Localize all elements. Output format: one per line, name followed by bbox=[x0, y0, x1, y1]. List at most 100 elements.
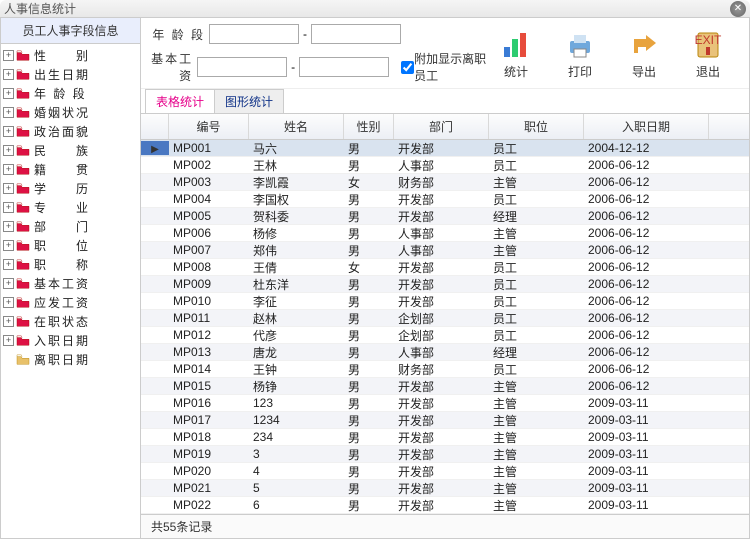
tree-toggle-icon[interactable]: + bbox=[3, 297, 14, 308]
tree-toggle-icon[interactable]: + bbox=[3, 221, 14, 232]
tree-toggle-icon[interactable]: + bbox=[3, 107, 14, 118]
tree-item[interactable]: + 政治面貌 bbox=[1, 122, 140, 141]
column-header[interactable]: 入职日期 bbox=[584, 114, 709, 139]
tree-item[interactable]: + 学 历 bbox=[1, 179, 140, 198]
cell: 123 bbox=[249, 396, 344, 410]
column-header[interactable]: 部门 bbox=[394, 114, 489, 139]
tree-item[interactable]: + 部 门 bbox=[1, 217, 140, 236]
cell: 2009-03-11 bbox=[584, 498, 709, 512]
cell: MP004 bbox=[169, 192, 249, 206]
tree-toggle-icon[interactable]: + bbox=[3, 202, 14, 213]
svg-text:EXIT: EXIT bbox=[695, 33, 722, 47]
tree-toggle-icon[interactable]: + bbox=[3, 145, 14, 156]
cell: MP021 bbox=[169, 481, 249, 495]
table-row[interactable]: MP014王钟男财务部员工2006-06-12 bbox=[141, 361, 749, 378]
tree-item[interactable]: + 专 业 bbox=[1, 198, 140, 217]
age-from-input[interactable] bbox=[209, 24, 299, 44]
tree-item[interactable]: + 职 位 bbox=[1, 236, 140, 255]
table-row[interactable]: MP003李凯霞女财务部主管2006-06-12 bbox=[141, 174, 749, 191]
cell: 男 bbox=[344, 327, 394, 344]
cell: 李凯霞 bbox=[249, 174, 344, 191]
column-header[interactable]: 编号 bbox=[169, 114, 249, 139]
tree-toggle-icon[interactable]: + bbox=[3, 69, 14, 80]
table-row[interactable]: MP0171234男开发部主管2009-03-11 bbox=[141, 412, 749, 429]
tree-item-label: 职 位 bbox=[34, 237, 90, 254]
tree-toggle-icon[interactable]: + bbox=[3, 88, 14, 99]
table-row[interactable]: MP018234男开发部主管2009-03-11 bbox=[141, 429, 749, 446]
table-row[interactable]: MP011赵林男企划部员工2006-06-12 bbox=[141, 310, 749, 327]
column-header[interactable] bbox=[141, 114, 169, 139]
table-row[interactable]: MP0226男开发部主管2009-03-11 bbox=[141, 497, 749, 514]
tree-item-label: 籍 贯 bbox=[34, 161, 90, 178]
tree-item[interactable]: + 籍 贯 bbox=[1, 160, 140, 179]
table-row[interactable]: MP002王林男人事部员工2006-06-12 bbox=[141, 157, 749, 174]
tree-item[interactable]: + 在职状态 bbox=[1, 312, 140, 331]
tree-item[interactable]: + 出生日期 bbox=[1, 65, 140, 84]
tree-item[interactable]: + 婚姻状况 bbox=[1, 103, 140, 122]
salary-from-input[interactable] bbox=[197, 57, 287, 77]
tab-table[interactable]: 表格统计 bbox=[145, 89, 215, 113]
table-row[interactable]: MP0215男开发部主管2009-03-11 bbox=[141, 480, 749, 497]
table-row[interactable]: MP016123男开发部主管2009-03-11 bbox=[141, 395, 749, 412]
tree-item[interactable]: + 入职日期 bbox=[1, 331, 140, 350]
folder-icon bbox=[16, 202, 30, 214]
tree-item[interactable]: + 性 别 bbox=[1, 46, 140, 65]
cell: MP016 bbox=[169, 396, 249, 410]
table-row[interactable]: ▶MP001马六男开发部员工2004-12-12 bbox=[141, 140, 749, 157]
show-resigned-wrap[interactable]: 附加显示离职员工 bbox=[401, 50, 487, 84]
cell: 开发部 bbox=[394, 463, 489, 480]
tree-item[interactable]: + 应发工资 bbox=[1, 293, 140, 312]
export-button[interactable]: 导出 bbox=[621, 29, 667, 80]
stat-button[interactable]: 统计 bbox=[493, 29, 539, 80]
tree-toggle-icon[interactable]: + bbox=[3, 240, 14, 251]
cell: 男 bbox=[344, 191, 394, 208]
exit-button[interactable]: EXIT 退出 bbox=[685, 29, 731, 80]
tree-toggle-icon[interactable]: + bbox=[3, 335, 14, 346]
tree-item[interactable]: + 年 龄 段 bbox=[1, 84, 140, 103]
cell: 开发部 bbox=[394, 429, 489, 446]
tree-toggle-icon[interactable]: + bbox=[3, 316, 14, 327]
table-row[interactable]: MP005贺科委男开发部经理2006-06-12 bbox=[141, 208, 749, 225]
tree-item[interactable]: + 基本工资 bbox=[1, 274, 140, 293]
table-row[interactable]: MP010李征男开发部员工2006-06-12 bbox=[141, 293, 749, 310]
table-row[interactable]: MP0204男开发部主管2009-03-11 bbox=[141, 463, 749, 480]
table-row[interactable]: MP007郑伟男人事部主管2006-06-12 bbox=[141, 242, 749, 259]
table-row[interactable]: MP008王倩女开发部员工2006-06-12 bbox=[141, 259, 749, 276]
age-to-input[interactable] bbox=[311, 24, 401, 44]
tree-toggle-icon[interactable]: + bbox=[3, 259, 14, 270]
tree-item-label: 部 门 bbox=[34, 218, 90, 235]
table-row[interactable]: MP009杜东洋男开发部员工2006-06-12 bbox=[141, 276, 749, 293]
salary-to-input[interactable] bbox=[299, 57, 389, 77]
table-body[interactable]: ▶MP001马六男开发部员工2004-12-12MP002王林男人事部员工200… bbox=[141, 140, 749, 514]
table-row[interactable]: MP012代彦男企划部员工2006-06-12 bbox=[141, 327, 749, 344]
cell: 员工 bbox=[489, 310, 584, 327]
tree-toggle-icon[interactable]: + bbox=[3, 50, 14, 61]
table-row[interactable]: MP006杨修男人事部主管2006-06-12 bbox=[141, 225, 749, 242]
tree-item[interactable]: + 民 族 bbox=[1, 141, 140, 160]
cell: 男 bbox=[344, 446, 394, 463]
cell: 1234 bbox=[249, 413, 344, 427]
column-header[interactable]: 性别 bbox=[344, 114, 394, 139]
tree-toggle-icon[interactable]: + bbox=[3, 278, 14, 289]
table-row[interactable]: MP015杨铮男开发部主管2006-06-12 bbox=[141, 378, 749, 395]
folder-icon bbox=[16, 50, 30, 62]
show-resigned-checkbox[interactable] bbox=[401, 61, 414, 74]
tree-item[interactable]: + 职 称 bbox=[1, 255, 140, 274]
tree-toggle-icon[interactable]: + bbox=[3, 164, 14, 175]
tree-toggle-icon[interactable]: + bbox=[3, 126, 14, 137]
close-icon[interactable]: ✕ bbox=[730, 1, 746, 17]
column-header[interactable]: 职位 bbox=[489, 114, 584, 139]
cell: 代彦 bbox=[249, 327, 344, 344]
tree-toggle-icon[interactable]: + bbox=[3, 183, 14, 194]
table-row[interactable]: MP004李国权男开发部员工2006-06-12 bbox=[141, 191, 749, 208]
age-label: 年 龄 段 bbox=[149, 26, 205, 43]
folder-icon bbox=[16, 145, 30, 157]
tab-chart[interactable]: 图形统计 bbox=[214, 89, 284, 113]
column-header[interactable]: 姓名 bbox=[249, 114, 344, 139]
tabs: 表格统计 图形统计 bbox=[141, 89, 749, 113]
table-row[interactable]: MP0193男开发部主管2009-03-11 bbox=[141, 446, 749, 463]
exit-label: 退出 bbox=[696, 63, 720, 80]
tree-item[interactable]: 离职日期 bbox=[1, 350, 140, 369]
table-row[interactable]: MP013唐龙男人事部经理2006-06-12 bbox=[141, 344, 749, 361]
print-button[interactable]: 打印 bbox=[557, 29, 603, 80]
